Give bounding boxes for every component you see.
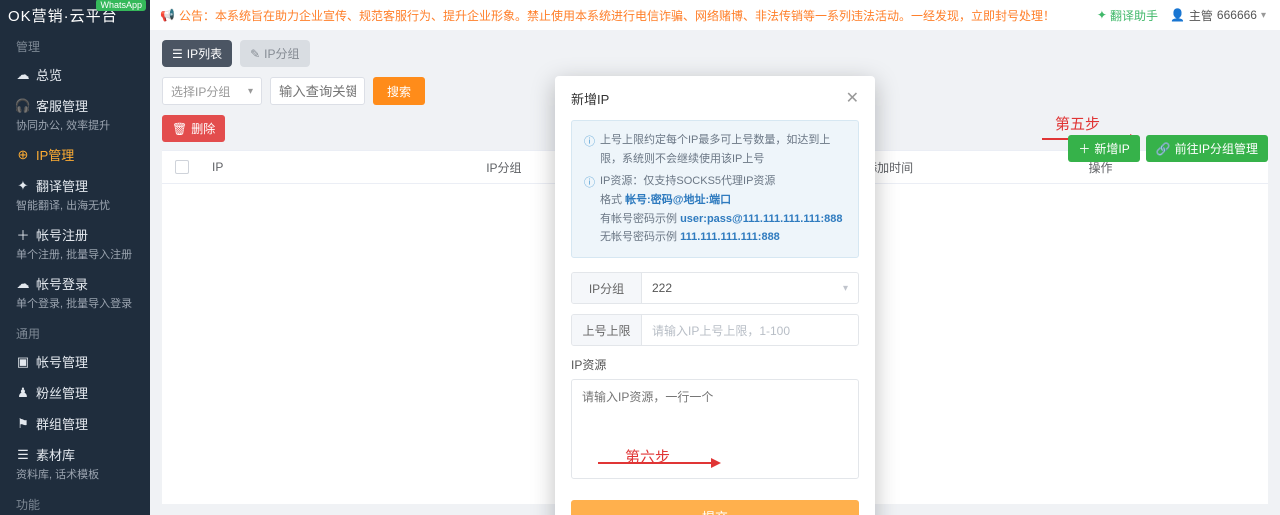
tag-icon: ✎ [250, 47, 260, 61]
select-all-checkbox[interactable] [175, 160, 189, 174]
trash-icon: 🗑 [172, 122, 187, 136]
info-box: ⓘ上号上限约定每个IP最多可上号数量，如达到上限，系统则不会继续使用该IP上号 … [571, 120, 859, 258]
leaf-icon: ✦ [1097, 8, 1107, 22]
user-name: 666666 [1217, 8, 1257, 22]
sidebar-item-login[interactable]: ☁帐号登录单个登录, 批量导入登录 [0, 268, 150, 317]
globe-icon: ⊕ [16, 148, 30, 162]
info-icon: ⓘ [584, 174, 595, 247]
col-time: 添加时间 [855, 159, 1078, 176]
sidebar-item-group-manage[interactable]: ⚑群组管理 [0, 408, 150, 439]
user-icon: ♟ [16, 386, 30, 400]
translate-icon: ✦ [16, 179, 30, 193]
sidebar-item-account-manage[interactable]: ▣帐号管理 [0, 346, 150, 377]
sidebar-item-translate-manage[interactable]: ✦翻译管理智能翻译, 出海无忧 [0, 170, 150, 219]
user-menu[interactable]: 👤 主管 666666 ▾ [1170, 7, 1266, 24]
sidebar-item-ip-manage[interactable]: ⊕IP管理 [0, 139, 150, 170]
info-icon: ⓘ [584, 133, 595, 168]
headset-icon: 🎧 [16, 99, 30, 113]
add-ip-button[interactable]: ＋新增IP [1068, 135, 1139, 162]
form-label-limit: 上号上限 [572, 315, 642, 345]
card-icon: ▣ [16, 355, 30, 369]
search-button[interactable]: 搜索 [373, 77, 425, 105]
side-group-heading: 通用 [0, 317, 150, 346]
goto-ip-group-button[interactable]: 🔗前往IP分组管理 [1146, 135, 1268, 162]
chevron-down-icon: ▾ [248, 86, 253, 97]
form-label-group: IP分组 [572, 273, 642, 303]
form-placeholder-limit: 请输入IP上号上限，1-100 [652, 322, 790, 339]
form-row-limit[interactable]: 上号上限 请输入IP上号上限，1-100 [571, 314, 859, 346]
library-icon: ☰ [16, 448, 30, 462]
list-icon: ☰ [172, 47, 183, 61]
tab-ip-list[interactable]: ☰IP列表 [162, 40, 232, 67]
chevron-down-icon: ▾ [1261, 10, 1266, 21]
user-role: 主管 [1189, 7, 1213, 24]
sidebar-item-material-lib[interactable]: ☰素材库资料库, 话术模板 [0, 439, 150, 488]
sidebar: 管理 ☁总览 🎧客服管理协同办公, 效率提升 ⊕IP管理 ✦翻译管理智能翻译, … [0, 30, 150, 515]
form-label-resource: IP资源 [571, 356, 859, 373]
annotation-arrow-step6 [598, 462, 713, 464]
translate-helper-link[interactable]: ✦ 翻译助手 [1097, 7, 1158, 24]
sidebar-item-register[interactable]: ＋帐号注册单个注册, 批量导入注册 [0, 219, 150, 268]
tab-ip-group[interactable]: ✎IP分组 [240, 40, 309, 67]
form-row-group[interactable]: IP分组 222 ▾ [571, 272, 859, 304]
workspace: ☰IP列表 ✎IP分组 选择IP分组 ▾ 搜索 🗑删除 IP IP分组 已上号 … [150, 30, 1280, 515]
whatsapp-badge: WhatsApp [96, 0, 146, 11]
sidebar-item-fans-manage[interactable]: ♟粉丝管理 [0, 377, 150, 408]
dialog-title: 新增IP [571, 89, 609, 108]
upload-icon: ☁ [16, 277, 30, 291]
dashboard-icon: ☁ [16, 68, 30, 82]
plus-icon: ＋ [16, 228, 30, 242]
link-icon: 🔗 [1156, 142, 1171, 156]
horn-icon: 📢 [160, 8, 175, 22]
announcement-text: 本系统旨在助力企业宣传、规范客服行为、提升企业形象。禁止使用本系统进行电信诈骗、… [215, 7, 1055, 24]
close-icon[interactable]: ✕ [846, 88, 859, 108]
brand-block: OK营销·云平台 WhatsApp [0, 0, 150, 30]
filter-keyword-input[interactable] [270, 77, 365, 105]
side-group-heading: 管理 [0, 30, 150, 59]
annotation-step5: 第五步 [1055, 113, 1100, 134]
user-icon: 👤 [1170, 8, 1185, 22]
announcement-bar: 📢 公告： 本系统旨在助力企业宣传、规范客服行为、提升企业形象。禁止使用本系统进… [150, 7, 1097, 24]
users-icon: ⚑ [16, 417, 30, 431]
chevron-down-icon: ▾ [843, 283, 848, 294]
filter-group-select[interactable]: 选择IP分组 ▾ [162, 77, 262, 105]
add-ip-dialog: 新增IP ✕ ⓘ上号上限约定每个IP最多可上号数量，如达到上限，系统则不会继续使… [555, 76, 875, 515]
side-group-heading: 功能 [0, 488, 150, 515]
plus-icon: ＋ [1078, 140, 1090, 157]
col-ip: IP [202, 160, 476, 174]
form-value-group: 222 [652, 281, 672, 295]
submit-button[interactable]: 提交 [571, 500, 859, 515]
sidebar-item-overview[interactable]: ☁总览 [0, 59, 150, 90]
sidebar-item-cs-manage[interactable]: 🎧客服管理协同办公, 效率提升 [0, 90, 150, 139]
announcement-prefix: 公告： [179, 7, 215, 24]
delete-button[interactable]: 🗑删除 [162, 115, 225, 142]
